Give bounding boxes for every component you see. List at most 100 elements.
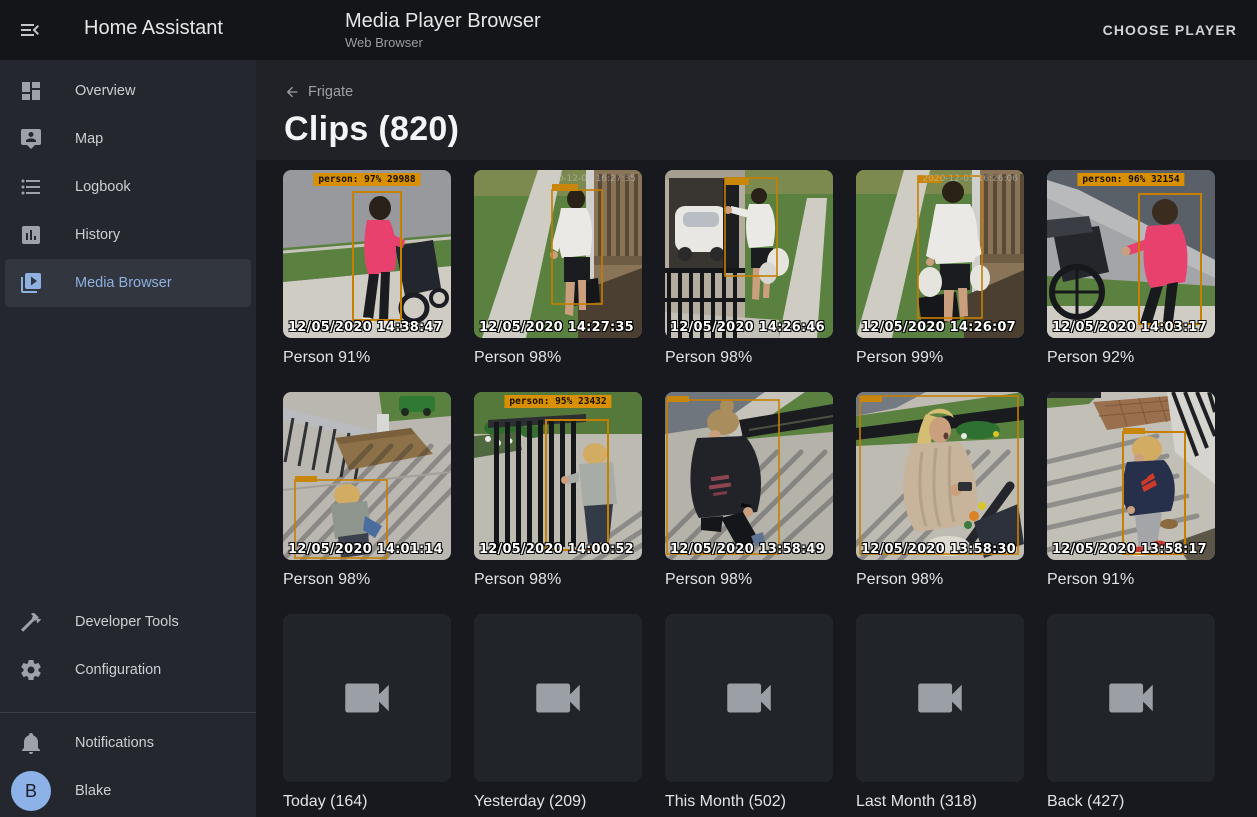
bar-chart-icon: [19, 223, 43, 247]
sidebar-divider: [0, 712, 256, 713]
sidebar-item-label: Notifications: [75, 735, 154, 751]
folder-card-this-month[interactable]: This Month (502): [665, 614, 833, 812]
sidebar-item-media-browser[interactable]: Media Browser: [5, 259, 251, 307]
clip-thumbnail-image: [1047, 392, 1215, 560]
app-header: Home Assistant Media Player Browser Web …: [0, 0, 1257, 60]
clips-grid: person: 97% 29988 12/05/2020 14:38:47 Pe…: [283, 170, 1257, 812]
panel-title: Media Player Browser: [345, 9, 541, 33]
video-camera-icon: [529, 669, 587, 727]
clip-thumbnail-image: [1047, 170, 1215, 338]
gear-icon: [19, 658, 43, 682]
bell-icon: [19, 731, 43, 755]
clip-thumbnail-image: [665, 392, 833, 560]
folder-label: Today (164): [283, 791, 451, 812]
faint-timestamp-overlay: 2020-12-05 16:27:35: [540, 174, 636, 184]
clip-thumbnail-image: [474, 392, 642, 560]
hammer-icon: [19, 610, 43, 634]
clip-card[interactable]: 2020-12-05 16:26:06 12/05/2020 14:26:07 …: [856, 170, 1024, 368]
clip-card[interactable]: 12/05/2020 13:58:30 Person 98%: [856, 392, 1024, 590]
clip-thumbnail-image: [856, 392, 1024, 560]
choose-player-button[interactable]: CHOOSE PLAYER: [1103, 22, 1237, 38]
sidebar-item-notifications[interactable]: Notifications: [0, 719, 256, 767]
clip-label: Person 91%: [283, 347, 451, 368]
video-camera-icon: [720, 669, 778, 727]
clip-card[interactable]: 12/05/2020 13:58:17 Person 91%: [1047, 392, 1215, 590]
clip-label: Person 92%: [1047, 347, 1215, 368]
page-title: Clips (820): [284, 110, 459, 149]
sidebar-item-label: Logbook: [75, 179, 131, 195]
clip-card[interactable]: 2020-12-05 16:27:35 12/05/2020 14:27:35 …: [474, 170, 642, 368]
arrow-left-icon: [284, 84, 300, 100]
sidebar-item-label: Configuration: [75, 662, 161, 678]
folder-card-yesterday[interactable]: Yesterday (209): [474, 614, 642, 812]
timestamp-overlay: 12/05/2020 14:26:46: [670, 320, 825, 335]
sidebar-notifications-group: Notifications B Blake: [0, 719, 256, 815]
clip-card[interactable]: person: 96% 32154 12/05/2020 14:03:17 Pe…: [1047, 170, 1215, 368]
breadcrumb-label: Frigate: [308, 84, 353, 100]
timestamp-overlay: 12/05/2020 13:58:17: [1052, 542, 1207, 557]
timestamp-overlay: 12/05/2020 14:27:35: [479, 320, 634, 335]
video-camera-icon: [338, 669, 396, 727]
folder-card-last-month[interactable]: Last Month (318): [856, 614, 1024, 812]
clip-label: Person 91%: [1047, 569, 1215, 590]
dashboard-icon: [19, 79, 43, 103]
clip-label: Person 98%: [665, 569, 833, 590]
breadcrumb[interactable]: Frigate: [284, 84, 353, 100]
clip-label: Person 98%: [474, 569, 642, 590]
clip-label: Person 98%: [474, 347, 642, 368]
clip-thumbnail-image: [856, 170, 1024, 338]
sidebar: Overview Map Logbook History Media Brows…: [0, 60, 256, 817]
clip-label: Person 98%: [856, 569, 1024, 590]
sidebar-tools-group: Developer Tools Configuration: [0, 598, 256, 694]
sidebar-item-label: Media Browser: [75, 275, 172, 291]
clip-card[interactable]: person: 95% 23432 12/05/2020 14:00:52 Pe…: [474, 392, 642, 590]
clip-label: Person 98%: [665, 347, 833, 368]
timestamp-overlay: 12/05/2020 14:03:17: [1052, 320, 1207, 335]
folder-label: Yesterday (209): [474, 791, 642, 812]
clip-card[interactable]: 12/05/2020 14:26:46 Person 98%: [665, 170, 833, 368]
timestamp-overlay: 12/05/2020 13:58:30: [861, 542, 1016, 557]
sidebar-item-logbook[interactable]: Logbook: [0, 163, 256, 211]
video-camera-icon: [1102, 669, 1160, 727]
timestamp-overlay: 12/05/2020 14:00:52: [479, 542, 634, 557]
detection-tag: person: 96% 32154: [1077, 173, 1184, 186]
sidebar-item-profile[interactable]: B Blake: [0, 767, 256, 815]
clip-thumbnail-image: [474, 170, 642, 338]
avatar: B: [11, 771, 51, 811]
media-browser-header: Frigate Clips (820): [256, 60, 1257, 160]
clip-card[interactable]: 12/05/2020 14:01:14 Person 98%: [283, 392, 451, 590]
clip-label: Person 98%: [283, 569, 451, 590]
clip-thumbnail-image: [665, 170, 833, 338]
sidebar-item-developer-tools[interactable]: Developer Tools: [0, 598, 256, 646]
clip-thumbnail-image: [283, 392, 451, 560]
timestamp-overlay: 12/05/2020 14:01:14: [288, 542, 443, 557]
folder-label: This Month (502): [665, 791, 833, 812]
sidebar-item-configuration[interactable]: Configuration: [0, 646, 256, 694]
folder-card-back[interactable]: Back (427): [1047, 614, 1215, 812]
sidebar-item-map[interactable]: Map: [0, 115, 256, 163]
sidebar-item-label: Developer Tools: [75, 614, 179, 630]
detection-tag: person: 97% 29988: [313, 173, 420, 186]
clip-card[interactable]: person: 97% 29988 12/05/2020 14:38:47 Pe…: [283, 170, 451, 368]
video-camera-icon: [911, 669, 969, 727]
main-content: Frigate Clips (820): [256, 0, 1257, 817]
timestamp-overlay: 12/05/2020 14:26:07: [861, 320, 1016, 335]
detection-tag: person: 95% 23432: [504, 395, 611, 408]
clip-thumbnail-image: [283, 170, 451, 338]
clip-card[interactable]: 12/05/2020 13:58:49 Person 98%: [665, 392, 833, 590]
person-tooltip-icon: [19, 127, 43, 151]
bulleted-list-icon: [19, 175, 43, 199]
app-title: Home Assistant: [84, 17, 223, 40]
sidebar-item-label: History: [75, 227, 120, 243]
panel-subtitle: Web Browser: [345, 35, 541, 50]
sidebar-item-history[interactable]: History: [0, 211, 256, 259]
folder-label: Back (427): [1047, 791, 1215, 812]
folder-label: Last Month (318): [856, 791, 1024, 812]
sidebar-item-overview[interactable]: Overview: [0, 67, 256, 115]
sidebar-item-label: Overview: [75, 83, 135, 99]
folder-card-today[interactable]: Today (164): [283, 614, 451, 812]
clip-label: Person 99%: [856, 347, 1024, 368]
clips-area: person: 97% 29988 12/05/2020 14:38:47 Pe…: [256, 160, 1257, 817]
play-box-multiple-icon: [19, 271, 43, 295]
menu-open-icon[interactable]: [18, 18, 42, 42]
